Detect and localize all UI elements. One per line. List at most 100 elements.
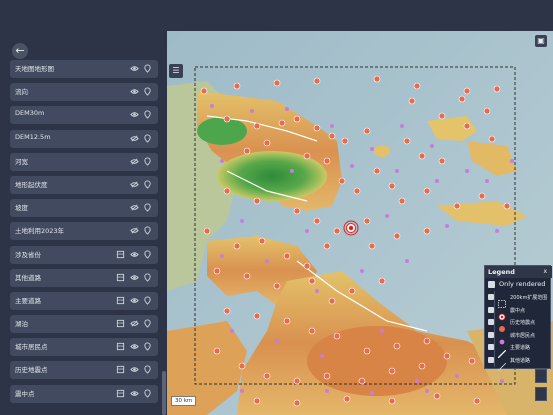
eye-icon[interactable] [130, 365, 139, 374]
layer-item[interactable]: 河宽 [10, 152, 158, 171]
historical-earthquake-marker [363, 347, 371, 355]
layer-label: 土地利用2023年 [15, 227, 65, 236]
city-settlement-marker [415, 379, 419, 383]
historical-earthquake-marker [418, 152, 426, 160]
locate-icon[interactable] [143, 87, 152, 96]
historical-earthquake-marker [278, 119, 286, 127]
map-side-button-up[interactable] [535, 369, 547, 383]
layer-item[interactable]: 其他道路 [10, 268, 158, 287]
legend-row-checkbox[interactable] [488, 306, 494, 313]
city-settlement-marker [510, 159, 514, 163]
screenshot-icon[interactable]: ▣ [535, 35, 547, 47]
locate-icon[interactable] [143, 319, 152, 328]
eye-icon[interactable] [130, 296, 139, 305]
attribute-table-icon[interactable] [116, 319, 125, 328]
legend-row-checkbox[interactable] [488, 319, 494, 325]
layer-item[interactable]: DEM30m [10, 106, 158, 125]
locate-icon[interactable] [143, 180, 152, 189]
back-arrow-icon[interactable]: ← [12, 43, 28, 59]
historical-earthquake-marker [368, 242, 376, 250]
legend-row[interactable]: 城市居民点 [488, 330, 550, 344]
locate-icon[interactable] [143, 157, 152, 166]
eye-off-icon[interactable] [130, 226, 139, 235]
legend-row[interactable]: 历史地震点 [488, 317, 550, 332]
locate-icon[interactable] [143, 64, 152, 73]
attribute-table-icon[interactable] [116, 273, 125, 282]
eye-off-icon[interactable] [130, 157, 139, 166]
historical-earthquake-marker [323, 157, 331, 165]
legend-row-checkbox[interactable] [488, 356, 494, 363]
historical-earthquake-marker [333, 227, 341, 235]
layer-item[interactable]: 流向 [10, 83, 158, 102]
layer-item[interactable]: 城市居民点 [10, 338, 158, 357]
legend-close-icon[interactable]: x [543, 268, 547, 275]
layer-item[interactable]: 地形起伏度 [10, 175, 158, 194]
historical-earthquake-marker [253, 122, 261, 130]
attribute-table-icon[interactable] [116, 389, 125, 398]
legend-row-checkbox[interactable] [488, 331, 494, 338]
locate-icon[interactable] [143, 342, 152, 351]
locate-icon[interactable] [143, 273, 152, 282]
historical-earthquake-marker [233, 242, 241, 250]
eye-icon[interactable] [130, 273, 139, 282]
locate-icon[interactable] [143, 389, 152, 398]
legend-row-label: 城市居民点 [510, 332, 536, 339]
eye-off-icon[interactable] [130, 134, 139, 143]
layer-item[interactable]: 震中点 [10, 384, 158, 403]
historical-earthquake-marker [438, 157, 446, 165]
eye-icon[interactable] [130, 87, 139, 96]
historical-earthquake-marker [308, 327, 316, 335]
historical-earthquake-marker [313, 217, 321, 225]
attribute-table-icon[interactable] [116, 296, 125, 305]
layer-item[interactable]: 历史地震点 [10, 361, 158, 380]
locate-icon[interactable] [143, 134, 152, 143]
legend-row[interactable]: 其他道路 [488, 355, 550, 371]
locate-icon[interactable] [143, 249, 152, 259]
layer-item[interactable]: DEM12.5m [10, 129, 158, 148]
locate-icon[interactable] [143, 110, 152, 120]
city-settlement-marker [230, 329, 234, 333]
attribute-table-icon[interactable] [116, 250, 125, 259]
historical-earthquake-marker [308, 277, 316, 285]
only-rendered-checkbox[interactable] [488, 281, 495, 288]
layer-item[interactable]: 主要道路 [10, 291, 158, 310]
layer-item[interactable]: 土地利用2023年 [10, 222, 158, 241]
eye-icon[interactable] [130, 64, 139, 73]
eye-off-icon[interactable] [130, 180, 139, 189]
historical-earthquake-marker [283, 317, 291, 325]
attribute-table-icon[interactable] [116, 365, 125, 374]
legend-row-checkbox[interactable] [488, 344, 494, 350]
layer-label: 河宽 [15, 157, 28, 166]
historical-earthquake-marker [433, 392, 441, 400]
historical-earthquake-marker [323, 242, 331, 250]
eye-icon[interactable] [130, 389, 139, 398]
locate-icon[interactable] [143, 365, 152, 375]
historical-earthquake-marker [413, 82, 421, 90]
map-canvas[interactable]: ☰ ▣ 30 km Legend x Only rendered 200km扩展… [167, 31, 553, 415]
eye-off-icon[interactable] [130, 319, 139, 328]
locate-icon[interactable] [143, 296, 152, 305]
locate-icon[interactable] [143, 203, 152, 212]
layer-item[interactable]: 湖泊 [10, 315, 158, 334]
eye-icon[interactable] [130, 110, 139, 119]
layer-label: DEM12.5m [15, 132, 51, 141]
eye-icon[interactable] [130, 250, 139, 259]
layer-label: 流向 [15, 88, 28, 97]
layer-item[interactable]: 涉及省份 [10, 245, 158, 264]
attribute-table-icon[interactable] [116, 342, 125, 351]
map-side-button-down[interactable] [535, 387, 547, 401]
historical-earthquake-marker [223, 187, 231, 195]
sidebar-scrollbar[interactable] [162, 371, 166, 415]
eye-off-icon[interactable] [130, 203, 139, 212]
legend-row[interactable]: 震中点 [488, 305, 550, 320]
layer-item[interactable]: 坡度 [10, 199, 158, 218]
legend-row[interactable]: 主要道路 [488, 342, 550, 359]
legend-row-checkbox[interactable] [488, 294, 494, 300]
layer-toggle-button[interactable]: ☰ [169, 64, 183, 78]
locate-icon[interactable] [143, 226, 152, 236]
eye-icon[interactable] [130, 342, 139, 351]
only-rendered-toggle[interactable]: Only rendered [488, 280, 550, 290]
legend-row[interactable]: 200km扩展范围 [488, 292, 550, 308]
historical-earthquake-marker [213, 267, 221, 275]
layer-item[interactable]: 天地图地形图 [10, 60, 158, 78]
